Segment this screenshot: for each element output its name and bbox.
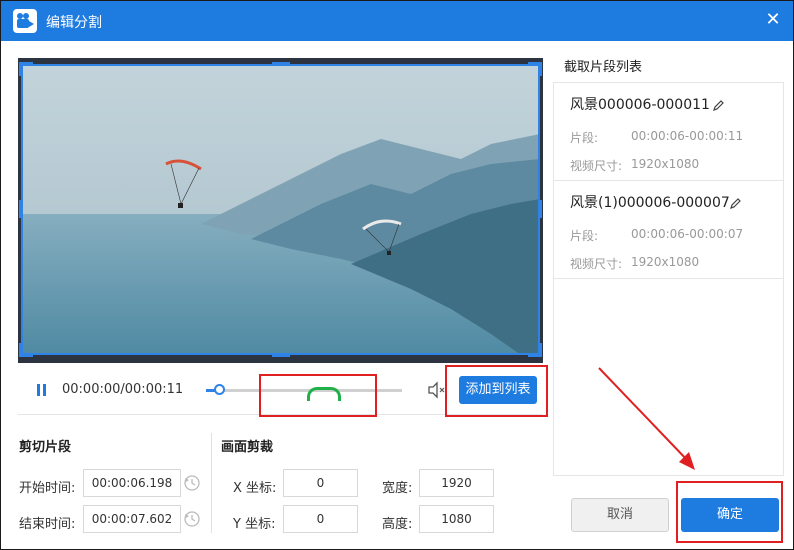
clip-name: 风景(1)000006-000007 [570, 195, 730, 211]
clip-segment-label: 片段: [570, 229, 599, 243]
width-label: 宽度: [382, 481, 413, 496]
start-time-input[interactable]: 00:00:06.198 [83, 469, 181, 497]
clip-list-item[interactable]: 风景000006-000011 片段: 00:00:06-00:00:11 视频… [554, 83, 783, 181]
x-coord-input[interactable]: 0 [283, 469, 358, 497]
clip-list-item[interactable]: 风景(1)000006-000007 片段: 00:00:06-00:00:07… [554, 181, 783, 279]
crop-title: 画面剪裁 [221, 440, 274, 455]
annotation-arrow [598, 367, 695, 470]
crop-handle-bottom[interactable] [272, 353, 290, 357]
clip-size-label: 视频尺寸: [570, 257, 623, 271]
close-icon[interactable]: ✕ [763, 10, 783, 30]
height-label: 高度: [382, 517, 413, 532]
clip-list-title: 截取片段列表 [564, 60, 643, 75]
playhead-handle[interactable] [214, 384, 225, 395]
crop-handle-right[interactable] [538, 200, 542, 218]
edit-pencil-icon[interactable] [712, 97, 724, 111]
confirm-button[interactable]: 确定 [681, 498, 779, 532]
height-input[interactable]: 1080 [419, 505, 494, 533]
x-coord-label: X 坐标: [233, 481, 277, 496]
dialog-title: 编辑分割 [46, 15, 102, 31]
title-bar: 编辑分割 ✕ [1, 1, 793, 41]
clip-size-value: 1920x1080 [631, 157, 700, 171]
clip-segment-value: 00:00:06-00:00:07 [631, 227, 744, 241]
video-app-icon [13, 9, 37, 33]
clip-segment-label: 片段: [570, 131, 599, 145]
edit-pencil-icon[interactable] [729, 195, 741, 209]
width-input[interactable]: 1920 [419, 469, 494, 497]
video-preview [18, 58, 543, 363]
cancel-button[interactable]: 取消 [571, 498, 669, 532]
highlight-box-add-button [445, 365, 548, 417]
clip-segment-value: 00:00:06-00:00:11 [631, 129, 744, 143]
highlight-box-cut-range [259, 374, 377, 417]
y-coord-label: Y 坐标: [233, 517, 276, 532]
crop-frame[interactable] [21, 64, 540, 355]
start-time-label: 开始时间: [19, 481, 76, 496]
end-time-label: 结束时间: [19, 517, 76, 532]
cut-segment-title: 剪切片段 [19, 440, 72, 455]
crop-handle-left[interactable] [19, 200, 23, 218]
crop-handle-top[interactable] [272, 62, 290, 66]
volume-icon[interactable] [427, 381, 445, 399]
playback-time: 00:00:00/00:00:11 [62, 382, 184, 397]
clip-name: 风景000006-000011 [570, 97, 710, 113]
reset-end-time-icon[interactable] [183, 510, 201, 528]
section-divider [211, 433, 212, 533]
end-time-input[interactable]: 00:00:07.602 [83, 505, 181, 533]
y-coord-input[interactable]: 0 [283, 505, 358, 533]
edit-split-dialog: 编辑分割 ✕ 00:00:00/00:00:11 添加到列表 剪切片段 开始时间… [0, 0, 794, 550]
clip-size-label: 视频尺寸: [570, 159, 623, 173]
clip-size-value: 1920x1080 [631, 255, 700, 269]
reset-start-time-icon[interactable] [183, 474, 201, 492]
pause-icon[interactable] [37, 384, 47, 396]
